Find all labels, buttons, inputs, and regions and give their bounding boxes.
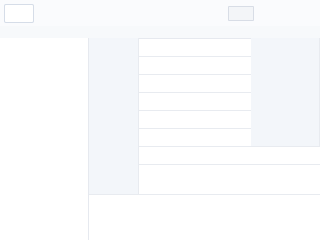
info-label-2 bbox=[254, 96, 317, 106]
header-title bbox=[50, 8, 226, 18]
info-row bbox=[89, 92, 320, 111]
info-label bbox=[92, 114, 136, 124]
info-label bbox=[92, 168, 136, 178]
info-label bbox=[92, 96, 136, 106]
info-value-line-1 bbox=[142, 167, 318, 177]
info-value bbox=[142, 132, 249, 142]
info-value bbox=[142, 96, 249, 106]
info-row bbox=[89, 56, 320, 75]
column-header-4 bbox=[264, 27, 318, 37]
info-value bbox=[142, 150, 318, 160]
scope-line-2 bbox=[0, 227, 320, 237]
left-line-4 bbox=[2, 178, 86, 188]
info-value bbox=[142, 78, 249, 88]
address-text bbox=[0, 201, 320, 211]
info-label-2 bbox=[254, 132, 317, 142]
info-label bbox=[92, 150, 136, 160]
column-header-2 bbox=[150, 27, 204, 37]
info-row bbox=[89, 38, 320, 57]
column-header-3 bbox=[206, 27, 260, 37]
left-line-3 bbox=[2, 108, 86, 118]
left-line-2 bbox=[2, 80, 86, 90]
info-row bbox=[89, 146, 320, 165]
column-header-1 bbox=[92, 27, 146, 37]
info-row bbox=[89, 74, 320, 93]
registered-address bbox=[0, 200, 320, 212]
info-value-line-2 bbox=[142, 180, 318, 190]
business-scope bbox=[0, 214, 320, 238]
info-grid bbox=[89, 38, 320, 198]
info-label-2 bbox=[254, 42, 317, 52]
company-logo bbox=[4, 4, 34, 23]
info-value bbox=[142, 42, 249, 52]
scope-line-1 bbox=[0, 215, 320, 225]
info-label-2 bbox=[254, 60, 317, 70]
info-label-2 bbox=[254, 78, 317, 88]
info-label bbox=[92, 78, 136, 88]
company-name-link[interactable] bbox=[2, 50, 86, 60]
column-header-left bbox=[4, 27, 84, 37]
info-label-2 bbox=[254, 114, 317, 124]
info-row bbox=[89, 128, 320, 147]
header-tag[interactable] bbox=[228, 6, 254, 21]
info-label bbox=[92, 42, 136, 52]
info-value bbox=[142, 114, 249, 124]
info-row bbox=[89, 164, 320, 195]
info-label bbox=[92, 132, 136, 142]
info-value bbox=[142, 60, 249, 70]
info-row bbox=[89, 110, 320, 129]
info-label bbox=[92, 60, 136, 70]
header-bar bbox=[0, 0, 320, 27]
